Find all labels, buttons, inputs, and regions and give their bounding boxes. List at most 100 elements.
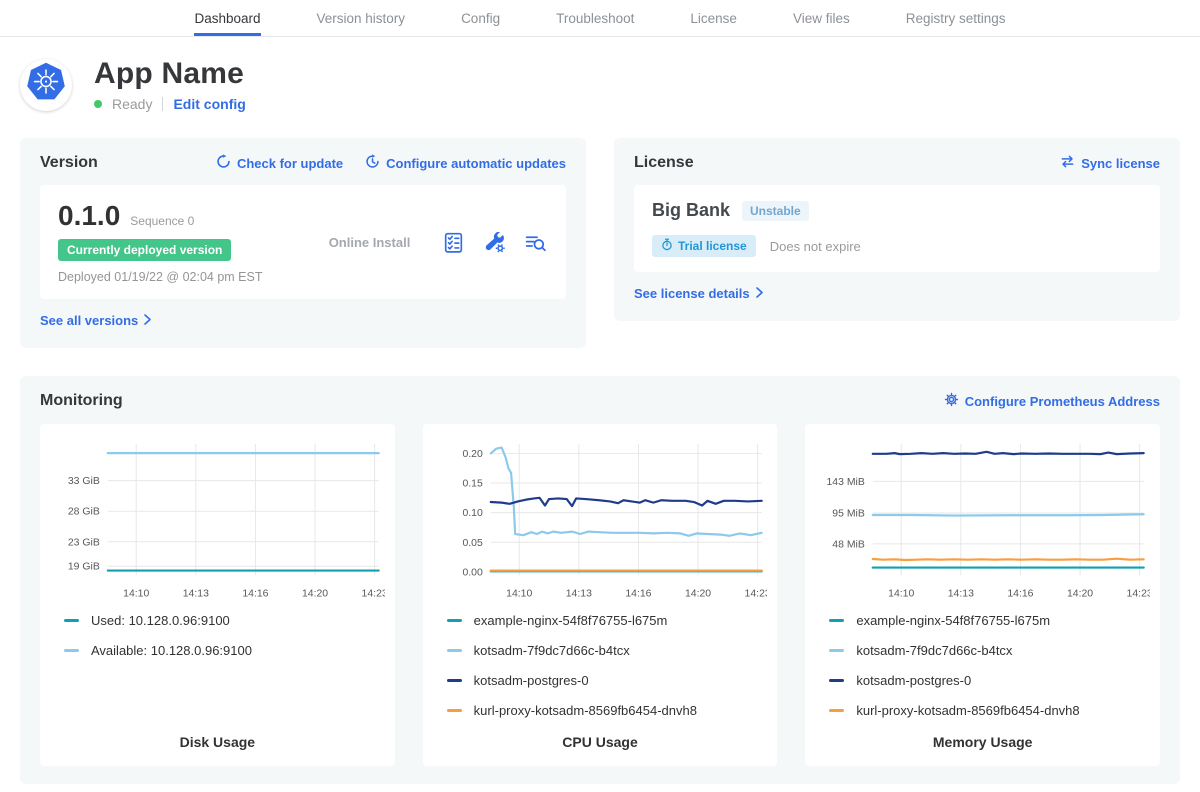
monitoring-panel: Monitoring Configure Prometheus Address … (20, 376, 1180, 784)
install-type-label: Online Install (329, 235, 411, 250)
sync-license-link[interactable]: Sync license (1060, 154, 1160, 172)
version-action-icons (441, 230, 548, 255)
svg-text:0.15: 0.15 (462, 479, 483, 490)
tab-troubleshoot[interactable]: Troubleshoot (556, 0, 634, 36)
tab-dashboard[interactable]: Dashboard (194, 0, 260, 36)
svg-text:48 MiB: 48 MiB (833, 539, 866, 550)
tab-config[interactable]: Config (461, 0, 500, 36)
legend-label: kotsadm-7f9dc7d66c-b4tcx (474, 643, 630, 658)
legend-label: kotsadm-postgres-0 (856, 673, 971, 688)
series-line (490, 498, 761, 506)
version-heading: Version (40, 154, 98, 172)
svg-text:14:23: 14:23 (744, 588, 767, 599)
deploy-logs-icon[interactable] (523, 230, 548, 255)
stopwatch-icon (661, 238, 673, 254)
chevron-right-icon (144, 313, 151, 328)
svg-text:14:10: 14:10 (889, 588, 915, 599)
legend-item: kotsadm-7f9dc7d66c-b4tcx (447, 643, 768, 658)
legend-label: kotsadm-postgres-0 (474, 673, 589, 688)
svg-text:0.10: 0.10 (462, 508, 483, 519)
legend-swatch (829, 619, 844, 622)
status-divider (162, 97, 163, 111)
memory-usage-chart: 14:1014:1314:1614:2014:2348 MiB95 MiB143… (815, 434, 1150, 609)
preflight-checks-icon[interactable] (441, 230, 466, 255)
legend-swatch (64, 619, 79, 622)
tab-version-history[interactable]: Version history (317, 0, 406, 36)
check-for-update-link[interactable]: Check for update (216, 154, 343, 172)
see-all-versions-link[interactable]: See all versions (40, 313, 151, 328)
legend-label: Available: 10.128.0.96:9100 (91, 643, 252, 658)
version-actions: Check for update Configure automatic upd… (216, 154, 566, 172)
status-dot (94, 100, 102, 108)
status-text: Ready (112, 96, 152, 112)
app-header-text: App Name Ready Edit config (94, 57, 246, 112)
license-panel: License Sync license Big Bank (614, 138, 1180, 321)
currently-deployed-badge: Currently deployed version (58, 239, 231, 261)
legend-swatch (447, 709, 462, 712)
legend-swatch (829, 709, 844, 712)
see-license-details-link[interactable]: See license details (634, 286, 763, 301)
legend-item: kotsadm-postgres-0 (447, 673, 768, 688)
configure-prometheus-label: Configure Prometheus Address (965, 394, 1160, 409)
clock-refresh-icon (365, 154, 380, 172)
svg-text:14:20: 14:20 (302, 588, 328, 599)
svg-text:143 MiB: 143 MiB (827, 477, 865, 488)
license-card: Big Bank Unstable Trial license (634, 185, 1160, 272)
svg-text:14:13: 14:13 (948, 588, 974, 599)
configure-automatic-updates-link[interactable]: Configure automatic updates (365, 154, 566, 172)
series-line (873, 452, 1144, 454)
svg-text:14:20: 14:20 (685, 588, 711, 599)
customer-name: Big Bank (652, 200, 730, 221)
legend-label: kurl-proxy-kotsadm-8569fb6454-dnvh8 (856, 703, 1079, 718)
disk-usage-card: 14:1014:1314:1614:2014:2319 GiB23 GiB28 … (40, 424, 395, 766)
app-logo (20, 59, 72, 111)
svg-text:0.20: 0.20 (462, 449, 483, 460)
legend-label: example-nginx-54f8f76755-l675m (474, 613, 668, 628)
kubernetes-icon (24, 60, 68, 109)
chart-title: Memory Usage (815, 734, 1150, 750)
tab-view-files[interactable]: View files (793, 0, 850, 36)
nav-tabs: Dashboard Version history Config Troublesho… (194, 0, 1005, 36)
svg-text:0.05: 0.05 (462, 538, 483, 549)
svg-text:28 GiB: 28 GiB (68, 507, 100, 518)
disk-usage-chart: 14:1014:1314:1614:2014:2319 GiB23 GiB28 … (50, 434, 385, 609)
app-status-row: Ready Edit config (94, 96, 246, 112)
series-line (873, 559, 1144, 560)
edit-config-link[interactable]: Edit config (173, 96, 245, 112)
series-line (490, 448, 761, 536)
tab-registry-settings[interactable]: Registry settings (906, 0, 1006, 36)
series-line (873, 514, 1144, 515)
svg-text:14:23: 14:23 (1127, 588, 1150, 599)
cpu-usage-chart: 14:1014:1314:1614:2014:230.000.050.100.1… (433, 434, 768, 609)
configure-automatic-updates-label: Configure automatic updates (386, 156, 566, 171)
current-version-card: 0.1.0 Sequence 0 Currently deployed vers… (40, 185, 566, 299)
cpu-usage-legend: example-nginx-54f8f76755-l675m kotsadm-7f… (447, 613, 768, 733)
chart-title: CPU Usage (433, 734, 768, 750)
legend-item: example-nginx-54f8f76755-l675m (829, 613, 1150, 628)
config-wrench-icon[interactable] (482, 230, 507, 255)
configure-prometheus-link[interactable]: Configure Prometheus Address (944, 392, 1160, 410)
legend-item: Available: 10.128.0.96:9100 (64, 643, 385, 658)
legend-swatch (447, 619, 462, 622)
legend-swatch (447, 679, 462, 682)
tab-license[interactable]: License (690, 0, 737, 36)
check-for-update-label: Check for update (237, 156, 343, 171)
monitoring-panel-head: Monitoring Configure Prometheus Address (40, 392, 1160, 410)
legend-item: Used: 10.128.0.96:9100 (64, 613, 385, 628)
version-sequence: Sequence 0 (130, 214, 194, 228)
svg-text:14:13: 14:13 (183, 588, 209, 599)
see-all-versions-label: See all versions (40, 313, 138, 328)
svg-text:14:10: 14:10 (506, 588, 532, 599)
refresh-icon (216, 154, 231, 172)
dashboard-page: App Name Ready Edit config Version (0, 37, 1200, 784)
legend-label: example-nginx-54f8f76755-l675m (856, 613, 1050, 628)
legend-label: kotsadm-7f9dc7d66c-b4tcx (856, 643, 1012, 658)
sync-license-label: Sync license (1081, 156, 1160, 171)
svg-text:14:16: 14:16 (1008, 588, 1034, 599)
monitoring-heading: Monitoring (40, 392, 123, 410)
see-license-details-label: See license details (634, 286, 750, 301)
svg-text:0.00: 0.00 (462, 567, 483, 578)
svg-text:33 GiB: 33 GiB (68, 476, 100, 487)
channel-badge: Unstable (742, 201, 809, 221)
version-number: 0.1.0 (58, 200, 120, 232)
